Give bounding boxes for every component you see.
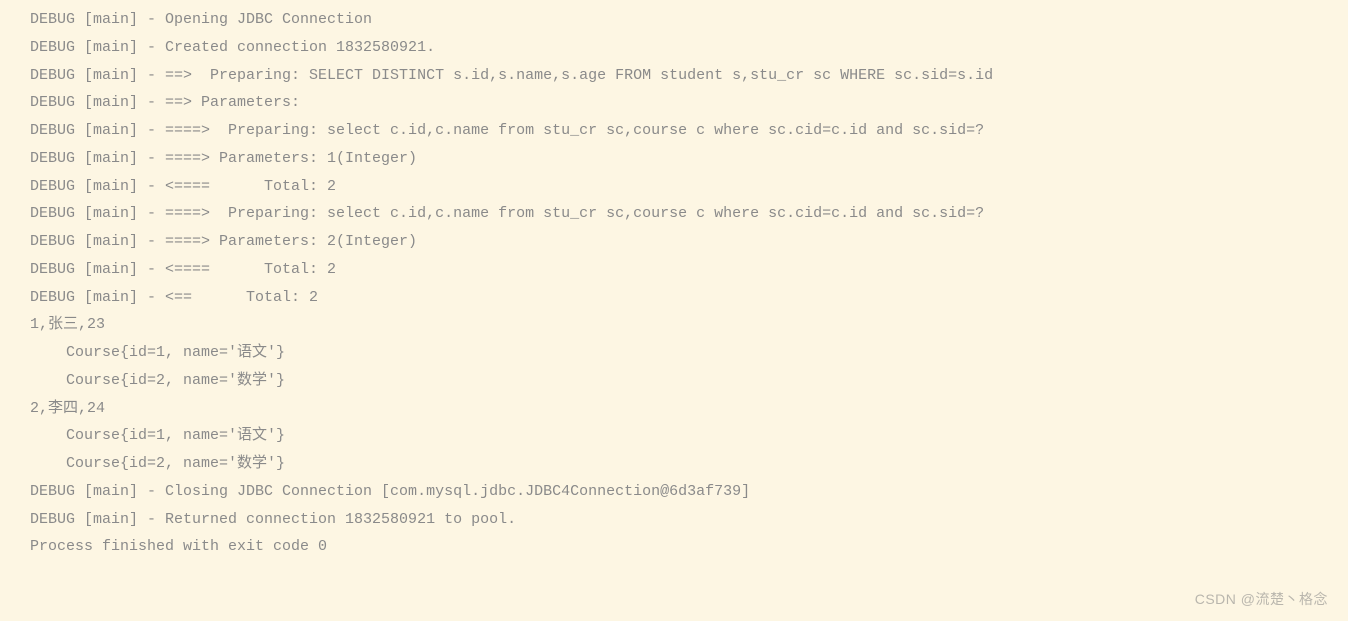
log-line: DEBUG [main] - Returned connection 18325… [30,506,1318,534]
output-line: 1,张三,23 [30,311,1318,339]
log-line: DEBUG [main] - Opening JDBC Connection [30,6,1318,34]
log-line: DEBUG [main] - Closing JDBC Connection [… [30,478,1318,506]
output-line: 2,李四,24 [30,395,1318,423]
log-line: DEBUG [main] - ==> Parameters: [30,89,1318,117]
output-line: Course{id=1, name='语文'} [30,422,1318,450]
process-exit-line: Process finished with exit code 0 [30,533,1318,561]
log-line: DEBUG [main] - ====> Parameters: 1(Integ… [30,145,1318,173]
output-line: Course{id=2, name='数学'} [30,450,1318,478]
log-line: DEBUG [main] - Created connection 183258… [30,34,1318,62]
console-output: DEBUG [main] - Opening JDBC Connection D… [30,6,1318,561]
log-line: DEBUG [main] - ====> Preparing: select c… [30,200,1318,228]
log-line: DEBUG [main] - ====> Parameters: 2(Integ… [30,228,1318,256]
log-line: DEBUG [main] - <==== Total: 2 [30,256,1318,284]
log-line: DEBUG [main] - <==== Total: 2 [30,173,1318,201]
output-line: Course{id=2, name='数学'} [30,367,1318,395]
log-line: DEBUG [main] - <== Total: 2 [30,284,1318,312]
log-line: DEBUG [main] - ==> Preparing: SELECT DIS… [30,62,1318,90]
output-line: Course{id=1, name='语文'} [30,339,1318,367]
watermark-text: CSDN @流楚丶格念 [1195,587,1328,613]
log-line: DEBUG [main] - ====> Preparing: select c… [30,117,1318,145]
